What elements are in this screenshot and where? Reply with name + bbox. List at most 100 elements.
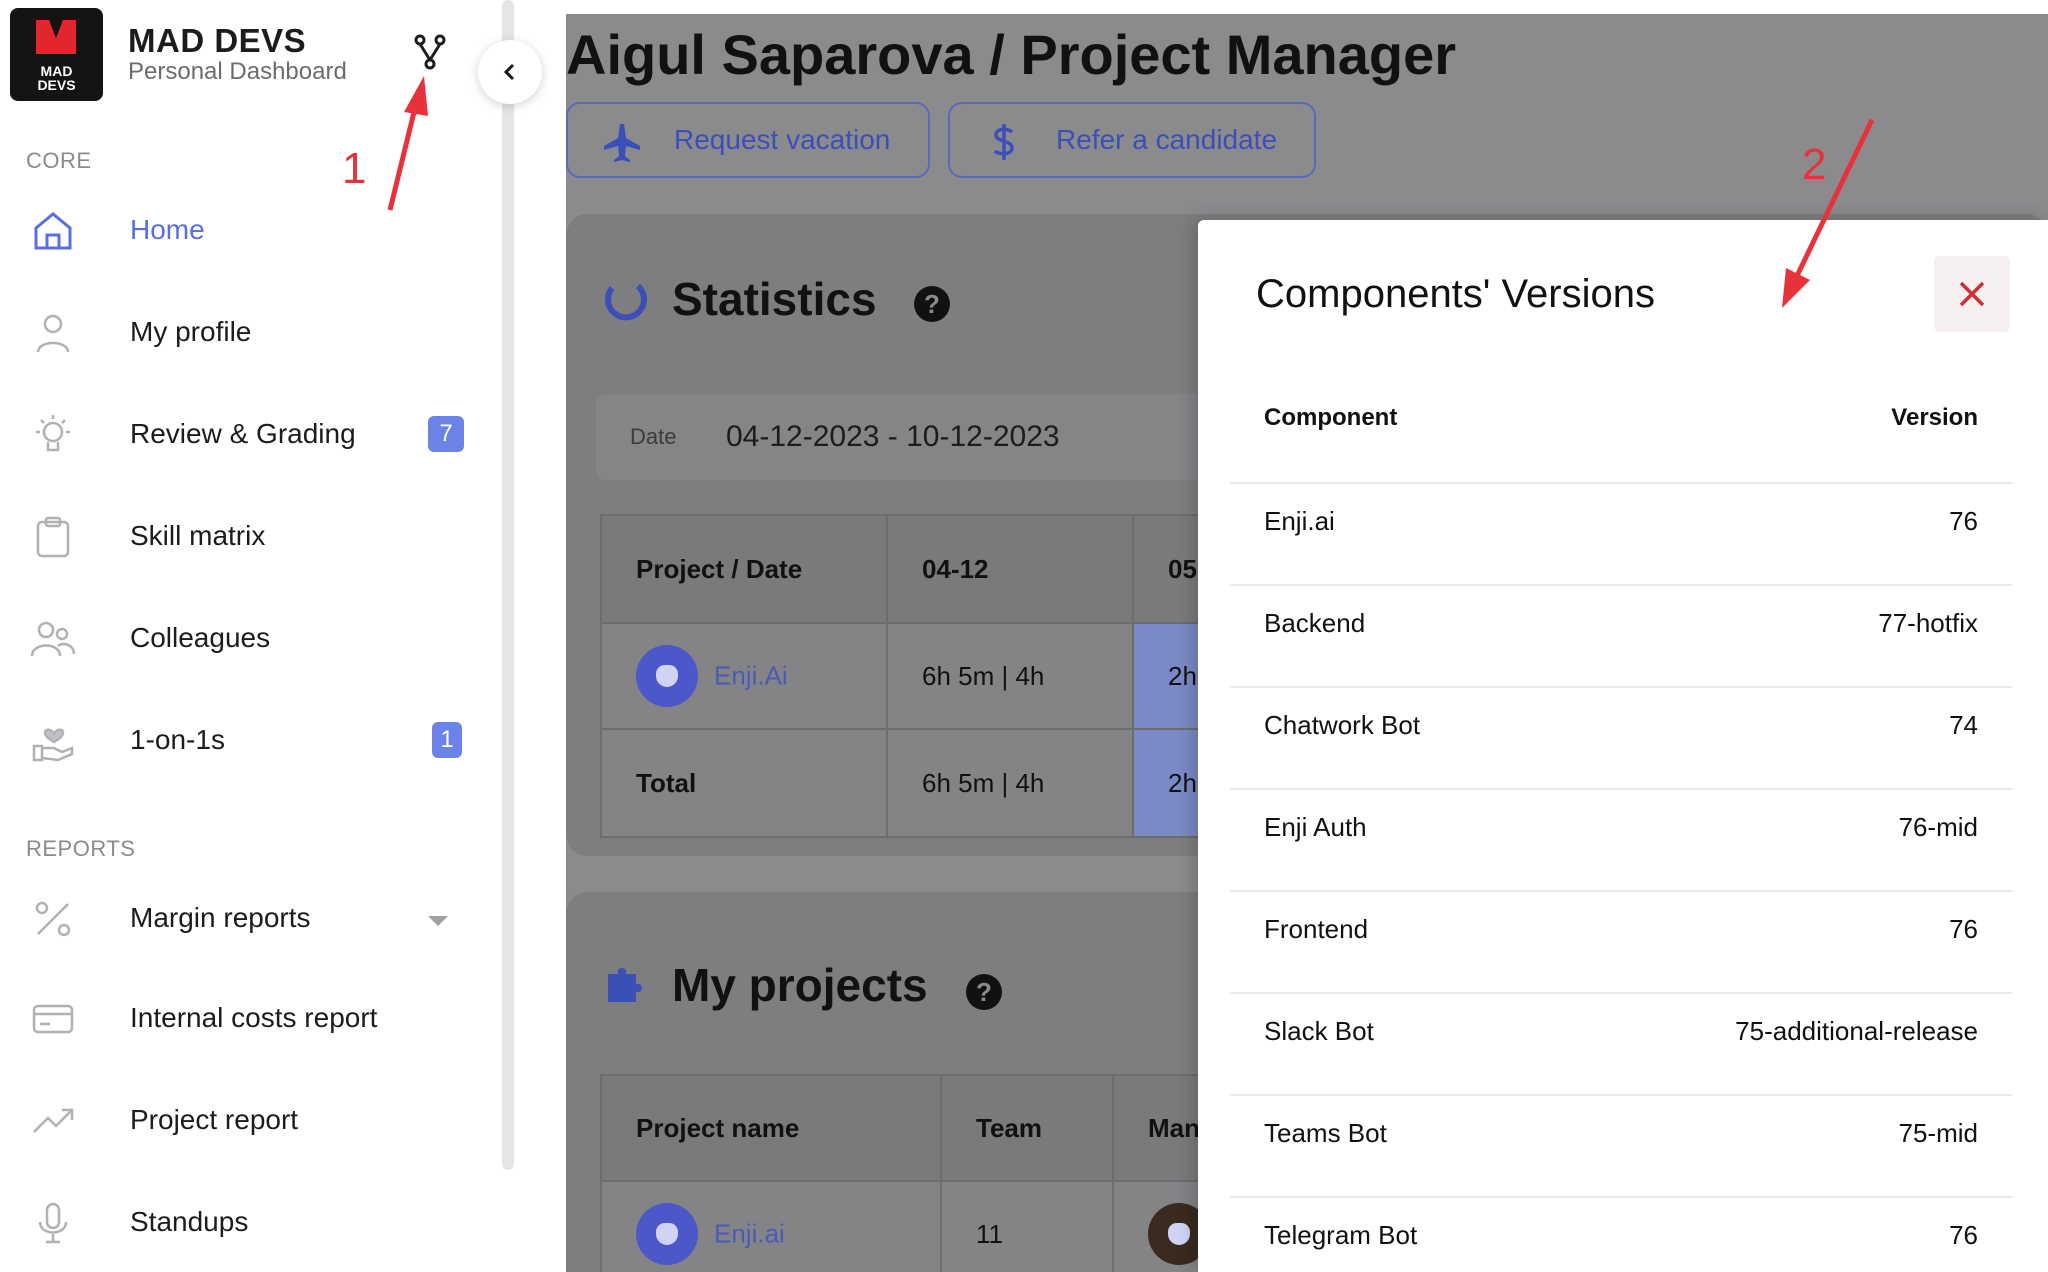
table-row: Enji.ai 76 xyxy=(1230,484,2012,586)
loading-icon xyxy=(605,283,647,321)
component-column-header: Component xyxy=(1264,404,1398,431)
component-version: 76-mid xyxy=(1898,812,1978,842)
annotation-number-2: 2 xyxy=(1802,140,1827,189)
sidebar-item-standups[interactable]: Standups xyxy=(0,1182,490,1262)
component-name: Telegram Bot xyxy=(1264,1220,1418,1250)
collapse-sidebar-button[interactable] xyxy=(478,40,542,104)
user-icon xyxy=(36,314,70,353)
dollar-icon xyxy=(993,124,1014,160)
component-name: Slack Bot xyxy=(1264,1016,1374,1046)
one-on-ones-count-badge: 1 xyxy=(432,722,462,758)
puzzle-icon xyxy=(608,968,642,1002)
home-icon xyxy=(34,212,72,250)
table-cell: 11 xyxy=(940,1180,1114,1272)
component-version: 76 xyxy=(1949,506,1978,536)
table-cell: 6h 5m | 4h xyxy=(886,622,1134,730)
credit-card-icon xyxy=(32,1004,74,1034)
clipboard-icon xyxy=(36,516,70,558)
component-version: 75-additional-release xyxy=(1735,1016,1978,1046)
brand-name: MAD DEVS xyxy=(128,22,307,59)
table-row: Slack Bot 75-additional-release xyxy=(1230,994,2012,1096)
airplane-icon xyxy=(604,124,640,162)
request-vacation-button[interactable]: Request vacation xyxy=(566,102,930,178)
sidebar-item-label: 1-on-1s xyxy=(130,724,225,755)
date-label: Date xyxy=(630,424,677,449)
sidebar-item-colleagues[interactable]: Colleagues xyxy=(0,598,490,678)
git-fork-icon xyxy=(414,34,446,70)
projects-help-icon[interactable]: ? xyxy=(966,974,1002,1010)
component-name: Chatwork Bot xyxy=(1264,710,1421,740)
component-name: Enji Auth xyxy=(1264,812,1367,842)
table-row: Chatwork Bot 74 xyxy=(1230,688,2012,790)
component-version: 75-mid xyxy=(1898,1118,1978,1148)
table-row: Enji Auth 76-mid xyxy=(1230,790,2012,892)
project-cell[interactable]: Enji.Ai xyxy=(600,622,888,730)
sidebar-item-margin-reports[interactable]: Margin reports xyxy=(0,878,490,958)
refer-candidate-label: Refer a candidate xyxy=(1056,124,1278,155)
sidebar-item-my-profile[interactable]: My profile xyxy=(0,292,490,372)
sidebar: MAD DEVS MAD DEVS Personal Dashboard COR… xyxy=(0,0,514,1272)
sidebar-item-label: Home xyxy=(130,214,205,245)
logo-mark xyxy=(36,20,76,54)
enji-avatar xyxy=(636,1203,698,1265)
refer-candidate-button[interactable]: Refer a candidate xyxy=(948,102,1316,178)
version-column-header: Version xyxy=(1891,404,1978,431)
project-cell[interactable]: Enji.ai xyxy=(600,1180,942,1272)
project-link[interactable]: Enji.ai xyxy=(714,1219,785,1249)
sidebar-item-project-report[interactable]: Project report xyxy=(0,1080,490,1160)
column-header: Project name xyxy=(600,1074,942,1182)
table-row: Frontend 76 xyxy=(1230,892,2012,994)
table-row: Telegram Bot 76 xyxy=(1230,1198,2012,1272)
microphone-icon xyxy=(38,1202,68,1244)
statistics-title: Statistics xyxy=(672,273,877,325)
section-core: CORE xyxy=(26,148,92,173)
users-icon xyxy=(30,621,76,657)
date-value: 04-12-2023 - 10-12-2023 xyxy=(726,420,1060,453)
statistics-help-icon[interactable]: ? xyxy=(914,286,950,322)
sidebar-item-label: Standups xyxy=(130,1206,249,1237)
hand-heart-icon xyxy=(32,728,74,762)
project-link[interactable]: Enji.Ai xyxy=(714,661,788,691)
section-reports: REPORTS xyxy=(26,836,136,861)
mad-devs-logo[interactable]: MAD DEVS xyxy=(10,8,103,101)
sidebar-item-skill-matrix[interactable]: Skill matrix xyxy=(0,496,490,576)
close-modal-button[interactable] xyxy=(1934,256,2010,332)
review-count-badge: 7 xyxy=(428,416,464,452)
my-projects-title: My projects xyxy=(672,959,928,1011)
component-version: 74 xyxy=(1949,710,1978,740)
sidebar-item-one-on-ones[interactable]: 1-on-1s 1 xyxy=(0,700,490,780)
component-name: Teams Bot xyxy=(1264,1118,1387,1148)
sidebar-item-label: My profile xyxy=(130,316,252,347)
components-versions-modal: Components' Versions Component Version E… xyxy=(1198,220,2048,1272)
sidebar-item-label: Colleagues xyxy=(130,622,271,653)
chevron-down-icon[interactable] xyxy=(428,916,448,926)
modal-title: Components' Versions xyxy=(1256,272,1655,316)
sidebar-scrollbar[interactable] xyxy=(502,0,514,1170)
logo-text-line-2: DEVS xyxy=(37,77,76,93)
enji-avatar xyxy=(636,645,698,707)
sidebar-item-internal-costs-report[interactable]: Internal costs report xyxy=(0,978,490,1058)
component-name: Backend xyxy=(1264,608,1366,638)
chevron-left-icon xyxy=(503,63,515,81)
request-vacation-label: Request vacation xyxy=(674,124,891,155)
component-version: 77-hotfix xyxy=(1878,608,1978,638)
component-name: Frontend xyxy=(1264,914,1369,944)
table-cell: 6h 5m | 4h xyxy=(886,728,1134,838)
components-versions-button[interactable] xyxy=(410,32,450,72)
table-row: Teams Bot 75-mid xyxy=(1230,1096,2012,1198)
sidebar-item-label: Internal costs report xyxy=(130,1002,378,1033)
annotation-number-1: 1 xyxy=(342,144,367,193)
component-version: 76 xyxy=(1949,914,1978,944)
close-icon xyxy=(1959,281,1985,307)
total-label: Total xyxy=(600,728,888,838)
logo-text-line-1: MAD xyxy=(40,63,73,79)
sidebar-item-review-grading[interactable]: Review & Grading 7 xyxy=(0,394,490,474)
column-header: 04-12 xyxy=(886,514,1134,624)
page-title: Aigul Saparova / Project Manager xyxy=(566,23,1457,86)
component-version: 76 xyxy=(1949,1220,1978,1250)
table-row: Backend 77-hotfix xyxy=(1230,586,2012,688)
sidebar-item-label: Margin reports xyxy=(130,902,311,933)
sidebar-item-home[interactable]: Home xyxy=(0,190,490,270)
sidebar-item-label: Project report xyxy=(130,1104,299,1135)
column-header: Team xyxy=(940,1074,1114,1182)
